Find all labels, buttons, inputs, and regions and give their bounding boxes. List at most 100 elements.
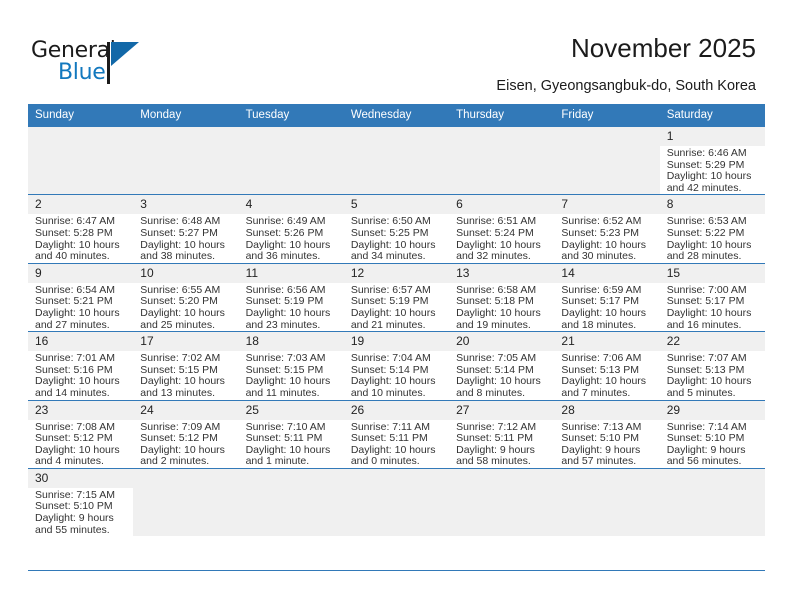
weekday-header-wednesday: Wednesday xyxy=(343,104,450,127)
day-sun-info: Sunrise: 6:47 AM Sunset: 5:28 PM Daylight:… xyxy=(28,214,133,262)
sunset-text: Sunset: 5:22 PM xyxy=(666,226,745,239)
day-number: 15 xyxy=(659,263,765,283)
day-number: 22 xyxy=(659,332,765,352)
day-sun-info: Sunrise: 6:46 AM Sunset: 5:29 PM Daylight:… xyxy=(660,146,765,194)
general-blue-logo[interactable]: General Blue xyxy=(31,38,161,88)
day-number: 28 xyxy=(554,400,660,420)
day-number: 8 xyxy=(659,195,765,215)
calendar-day-cell[interactable]: 21 Sunrise: 7:06 AM Sunset: 5:13 PM Dayligh… xyxy=(554,331,660,400)
page-title: November 2025 xyxy=(571,33,756,63)
empty-cell-inner xyxy=(238,468,344,537)
page-subtitle: Eisen, Gyeongsangbuk-do, South Korea xyxy=(496,78,756,94)
calendar-day-cell[interactable]: 1 Sunrise: 6:46 AM Sunset: 5:29 PM Daylight… xyxy=(659,125,765,195)
day-number: 12 xyxy=(343,263,450,283)
calendar-day-cell[interactable]: 23 Sunrise: 7:08 AM Sunset: 5:12 PM Dayligh… xyxy=(28,399,134,469)
day-number: 14 xyxy=(554,263,660,283)
day-number: 11 xyxy=(238,263,344,283)
sunset-text: Sunset: 5:11 PM xyxy=(350,432,428,445)
day-sun-info: Sunrise: 6:58 AM Sunset: 5:18 PM Daylight:… xyxy=(449,283,554,331)
calendar-day-cell[interactable]: 27 Sunrise: 7:12 AM Sunset: 5:11 PM Dayligh… xyxy=(449,399,555,469)
day-cell-inner: 1 Sunrise: 6:46 AM Sunset: 5:29 PM Daylight… xyxy=(659,127,765,194)
day-sun-info: Sunrise: 7:13 AM Sunset: 5:10 PM Daylight:… xyxy=(554,420,659,468)
calendar-day-cell-empty xyxy=(659,467,765,537)
day-cell-inner: 18 Sunrise: 7:03 AM Sunset: 5:15 PM Dayligh… xyxy=(238,332,344,399)
day-number: 20 xyxy=(449,332,555,352)
calendar-day-cell[interactable]: 13 Sunrise: 6:58 AM Sunset: 5:18 PM Dayligh… xyxy=(449,262,555,332)
calendar-day-cell[interactable]: 4 Sunrise: 6:49 AM Sunset: 5:26 PM Daylight… xyxy=(238,194,344,264)
day-sun-info: Sunrise: 7:14 AM Sunset: 5:10 PM Daylight:… xyxy=(660,420,765,468)
day-number: 16 xyxy=(28,332,134,352)
calendar-day-cell[interactable]: 12 Sunrise: 6:57 AM Sunset: 5:19 PM Dayligh… xyxy=(343,262,450,332)
calendar-day-cell[interactable]: 28 Sunrise: 7:13 AM Sunset: 5:10 PM Dayligh… xyxy=(554,399,660,469)
daylight-text-line2: and 23 minutes. xyxy=(245,318,321,331)
calendar-day-cell[interactable]: 26 Sunrise: 7:11 AM Sunset: 5:11 PM Dayligh… xyxy=(343,399,450,469)
calendar-day-cell[interactable]: 7 Sunrise: 6:52 AM Sunset: 5:23 PM Daylight… xyxy=(554,194,660,264)
empty-cell-inner xyxy=(238,127,344,195)
day-number: 27 xyxy=(449,400,555,420)
calendar-day-cell-empty xyxy=(28,125,134,195)
day-cell-inner: 17 Sunrise: 7:02 AM Sunset: 5:15 PM Dayligh… xyxy=(133,332,239,399)
daylight-text-line2: and 19 minutes. xyxy=(456,318,531,331)
calendar-day-cell[interactable]: 15 Sunrise: 7:00 AM Sunset: 5:17 PM Dayligh… xyxy=(659,262,765,332)
calendar-day-cell[interactable]: 2 Sunrise: 6:47 AM Sunset: 5:28 PM Daylight… xyxy=(28,194,134,264)
empty-cell-inner xyxy=(449,468,555,537)
calendar-day-cell[interactable]: 25 Sunrise: 7:10 AM Sunset: 5:11 PM Dayligh… xyxy=(238,399,344,469)
empty-cell-inner xyxy=(28,127,134,195)
day-sun-info: Sunrise: 7:15 AM Sunset: 5:10 PM Daylight:… xyxy=(28,488,133,536)
sunset-text: Sunset: 5:24 PM xyxy=(456,226,534,239)
calendar-day-cell[interactable]: 5 Sunrise: 6:50 AM Sunset: 5:25 PM Daylight… xyxy=(343,194,450,264)
calendar-day-cell[interactable]: 8 Sunrise: 6:53 AM Sunset: 5:22 PM Daylight… xyxy=(659,194,765,264)
day-number: 26 xyxy=(343,400,450,420)
day-cell-inner: 24 Sunrise: 7:09 AM Sunset: 5:12 PM Dayligh… xyxy=(133,400,239,468)
calendar-day-cell[interactable]: 3 Sunrise: 6:48 AM Sunset: 5:27 PM Daylight… xyxy=(133,194,239,264)
calendar-page: General Blue November 2025 Eisen, Gyeong… xyxy=(0,0,792,612)
day-cell-inner: 12 Sunrise: 6:57 AM Sunset: 5:19 PM Dayligh… xyxy=(343,263,450,331)
daylight-text-line2: and 21 minutes. xyxy=(350,318,426,331)
calendar-day-cell[interactable]: 19 Sunrise: 7:04 AM Sunset: 5:14 PM Dayligh… xyxy=(343,331,450,400)
calendar-day-cell[interactable]: 29 Sunrise: 7:14 AM Sunset: 5:10 PM Dayligh… xyxy=(659,399,765,469)
sunset-text: Sunset: 5:12 PM xyxy=(35,432,113,445)
day-sun-info: Sunrise: 6:59 AM Sunset: 5:17 PM Daylight:… xyxy=(554,283,659,331)
calendar-day-cell[interactable]: 24 Sunrise: 7:09 AM Sunset: 5:12 PM Dayligh… xyxy=(133,399,239,469)
calendar-day-cell[interactable]: 10 Sunrise: 6:55 AM Sunset: 5:20 PM Dayligh… xyxy=(133,262,239,332)
day-number: 19 xyxy=(343,332,450,352)
calendar-day-cell[interactable]: 17 Sunrise: 7:02 AM Sunset: 5:15 PM Dayligh… xyxy=(133,331,239,400)
day-sun-info: Sunrise: 6:55 AM Sunset: 5:20 PM Daylight:… xyxy=(133,283,238,331)
calendar-day-cell-empty xyxy=(449,467,555,537)
day-cell-inner: 6 Sunrise: 6:51 AM Sunset: 5:24 PM Daylight… xyxy=(449,195,555,262)
daylight-text-line2: and 5 minutes. xyxy=(666,386,736,399)
calendar-day-cell[interactable]: 6 Sunrise: 6:51 AM Sunset: 5:24 PM Daylight… xyxy=(449,194,555,264)
calendar-day-cell[interactable]: 16 Sunrise: 7:01 AM Sunset: 5:16 PM Dayligh… xyxy=(28,331,134,400)
logo-vertical-bar-icon xyxy=(107,42,110,84)
day-number: 6 xyxy=(449,195,555,215)
day-cell-inner: 8 Sunrise: 6:53 AM Sunset: 5:22 PM Daylight… xyxy=(659,195,765,262)
day-cell-inner: 26 Sunrise: 7:11 AM Sunset: 5:11 PM Dayligh… xyxy=(343,400,450,468)
daylight-text-line2: and 2 minutes. xyxy=(140,455,210,468)
calendar-day-cell-empty xyxy=(133,467,239,537)
sunrise-text: Sunrise: 7:03 AM xyxy=(245,352,326,365)
sunrise-text: Sunrise: 7:05 AM xyxy=(456,352,537,365)
day-sun-info: Sunrise: 7:08 AM Sunset: 5:12 PM Daylight:… xyxy=(28,420,133,468)
day-sun-info: Sunrise: 6:53 AM Sunset: 5:22 PM Daylight:… xyxy=(660,214,765,262)
day-cell-inner: 15 Sunrise: 7:00 AM Sunset: 5:17 PM Dayligh… xyxy=(659,263,765,331)
calendar-day-cell[interactable]: 11 Sunrise: 6:56 AM Sunset: 5:19 PM Dayligh… xyxy=(238,262,344,332)
calendar-day-cell[interactable]: 18 Sunrise: 7:03 AM Sunset: 5:15 PM Dayligh… xyxy=(238,331,344,400)
calendar-day-cell[interactable]: 22 Sunrise: 7:07 AM Sunset: 5:13 PM Dayligh… xyxy=(659,331,765,400)
day-sun-info: Sunrise: 7:03 AM Sunset: 5:15 PM Daylight:… xyxy=(239,351,344,399)
day-cell-inner: 25 Sunrise: 7:10 AM Sunset: 5:11 PM Dayligh… xyxy=(238,400,344,468)
day-number: 10 xyxy=(133,263,239,283)
calendar-day-cell[interactable]: 30 Sunrise: 7:15 AM Sunset: 5:10 PM Dayligh… xyxy=(28,467,134,537)
calendar-day-cell[interactable]: 20 Sunrise: 7:05 AM Sunset: 5:14 PM Dayligh… xyxy=(449,331,555,400)
calendar-week-row: 16 Sunrise: 7:01 AM Sunset: 5:16 PM Dayligh… xyxy=(28,331,765,400)
sunrise-sunset-calendar: Sunday Monday Tuesday Wednesday Thursday… xyxy=(28,104,765,537)
day-number: 5 xyxy=(343,195,450,215)
daylight-text-line1: Daylight: 10 hours xyxy=(350,306,436,319)
day-cell-inner: 5 Sunrise: 6:50 AM Sunset: 5:25 PM Daylight… xyxy=(343,195,450,262)
daylight-text-line1: Daylight: 10 hours xyxy=(245,306,331,319)
daylight-text-line2: and 58 minutes. xyxy=(456,455,531,468)
day-number: 1 xyxy=(659,127,765,146)
day-sun-info: Sunrise: 6:54 AM Sunset: 5:21 PM Daylight:… xyxy=(28,283,133,331)
day-cell-inner: 9 Sunrise: 6:54 AM Sunset: 5:21 PM Daylight… xyxy=(28,263,134,331)
calendar-day-cell[interactable]: 9 Sunrise: 6:54 AM Sunset: 5:21 PM Daylight… xyxy=(28,262,134,332)
calendar-day-cell[interactable]: 14 Sunrise: 6:59 AM Sunset: 5:17 PM Dayligh… xyxy=(554,262,660,332)
